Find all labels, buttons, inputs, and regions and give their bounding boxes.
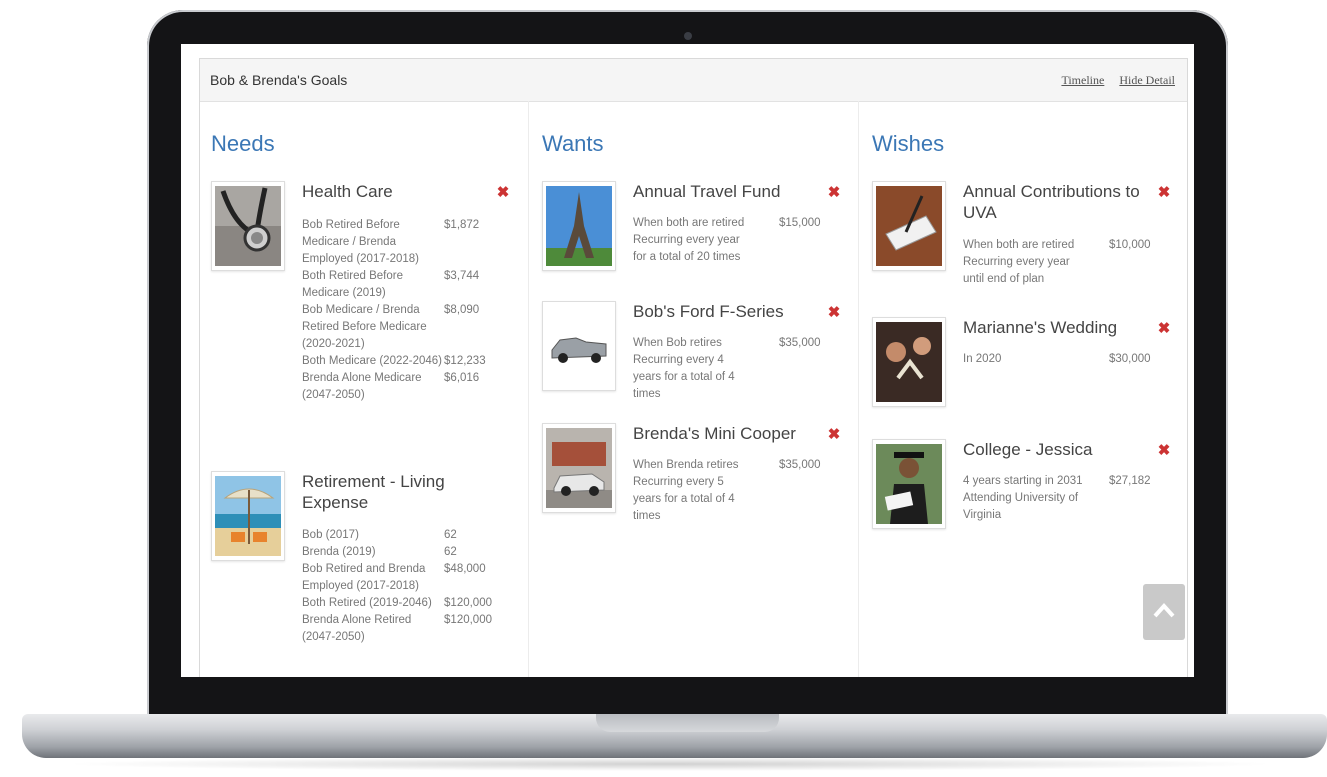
goal-details: Bob (2017) 62 Brenda (2019) 62 Bob Retired…: [302, 527, 502, 646]
camera: [684, 32, 692, 40]
mini-cooper-image: [542, 423, 616, 513]
detail-row: Brenda (2019) 62: [302, 546, 457, 558]
stethoscope-image: [211, 181, 285, 271]
detail-row: Bob Medicare / Brenda Retired Before Med…: [302, 304, 480, 350]
close-x-icon[interactable]: ✖: [1156, 441, 1172, 459]
goal-mini-cooper[interactable]: Brenda's Mini Cooper ✖ When Brenda retir…: [542, 423, 842, 523]
graduate-image: [872, 439, 946, 529]
detail-row: Bob Retired and Brenda Employed (2017-20…: [302, 563, 486, 592]
detail-row: Bob Retired Before Medicare / Brenda Emp…: [302, 219, 480, 265]
goal-amount: $15,000: [779, 217, 821, 229]
goal-name: Annual Contributions to UVA: [963, 182, 1140, 222]
goals-panel: Bob & Brenda's Goals Timeline Hide Detai…: [199, 58, 1188, 677]
wants-title: Wants: [542, 131, 604, 156]
screen: Bob & Brenda's Goals Timeline Hide Detai…: [181, 44, 1194, 677]
detail-row: Brenda Alone Retired (2047-2050) $120,000: [302, 614, 492, 643]
goal-description: In 2020: [963, 353, 1002, 365]
detail-row: Both Retired Before Medicare (2019) $3,74…: [302, 270, 480, 299]
goal-ford-f-series[interactable]: Bob's Ford F-Series ✖ When Bob retires R…: [542, 301, 842, 401]
goal-uva-contributions[interactable]: Annual Contributions to UVA ✖ When both …: [872, 181, 1172, 301]
pickup-truck-image: [542, 301, 616, 391]
goal-name: Brenda's Mini Cooper: [633, 424, 796, 443]
goal-amount: $30,000: [1109, 353, 1151, 365]
goal-amount: $35,000: [779, 459, 821, 471]
eiffel-tower-image: [542, 181, 616, 271]
timeline-link[interactable]: Timeline: [1061, 73, 1104, 87]
goal-amount: $27,182: [1109, 475, 1151, 487]
beach-umbrella-image: [211, 471, 285, 561]
goal-description: 4 years starting in 2031 Attending Unive…: [963, 475, 1083, 521]
detail-row: Bob (2017) 62: [302, 529, 457, 541]
goal-amount: $35,000: [779, 337, 821, 349]
wants-column: Wants Annual Travel Fund ✖ When both are…: [528, 101, 859, 677]
goal-description: When both are retired Recurring every ye…: [633, 217, 745, 263]
detail-row: Both Retired (2019-2046) $120,000: [302, 597, 492, 609]
header-links: Timeline Hide Detail: [1049, 73, 1175, 88]
page-title: Bob & Brenda's Goals: [210, 72, 348, 88]
close-x-icon[interactable]: ✖: [826, 183, 842, 201]
laptop-notch: [596, 714, 779, 732]
goal-college-jessica[interactable]: College - Jessica ✖ 4 years starting in …: [872, 439, 1172, 539]
goal-health-care[interactable]: Health Care ✖ Bob Retired Before Medicar…: [211, 181, 511, 451]
goal-details: Bob Retired Before Medicare / Brenda Emp…: [302, 217, 502, 404]
goal-name: Health Care: [302, 182, 393, 201]
close-x-icon[interactable]: ✖: [495, 183, 511, 201]
needs-title: Needs: [211, 131, 275, 156]
detail-row: Brenda Alone Medicare (2047-2050) $6,016: [302, 372, 480, 401]
goal-description: When both are retired Recurring every ye…: [963, 239, 1075, 285]
wishes-column: Wishes Annual Contributions to UVA ✖ Whe…: [858, 101, 1188, 677]
detail-row: Both Medicare (2022-2046) $12,233: [302, 355, 486, 367]
goal-name: Annual Travel Fund: [633, 182, 781, 201]
needs-column: Needs Health Care ✖ Bob Retired Before M…: [200, 101, 528, 677]
close-x-icon[interactable]: ✖: [1156, 319, 1172, 337]
goal-name: Marianne's Wedding: [963, 318, 1118, 337]
wedding-toast-image: [872, 317, 946, 407]
goal-description: When Bob retires Recurring every 4 years…: [633, 337, 735, 400]
close-x-icon[interactable]: ✖: [826, 303, 842, 321]
goal-name: Bob's Ford F-Series: [633, 302, 784, 321]
goal-retirement[interactable]: Retirement - Living Expense Bob (2017) 62…: [211, 471, 511, 677]
goal-travel-fund[interactable]: Annual Travel Fund ✖ When both are retir…: [542, 181, 842, 281]
hide-detail-link[interactable]: Hide Detail: [1119, 73, 1175, 87]
close-x-icon[interactable]: ✖: [826, 425, 842, 443]
shadow: [60, 757, 1280, 771]
goal-name: College - Jessica: [963, 440, 1093, 459]
goal-amount: $10,000: [1109, 239, 1151, 251]
scroll-top-button[interactable]: [1143, 584, 1185, 640]
wishes-title: Wishes: [872, 131, 945, 156]
goal-marianne-wedding[interactable]: Marianne's Wedding ✖ In 2020 $30,000: [872, 317, 1172, 417]
chevron-up-icon: [1153, 603, 1175, 618]
panel-header: Bob & Brenda's Goals Timeline Hide Detai…: [200, 59, 1187, 102]
close-x-icon[interactable]: ✖: [1156, 183, 1172, 201]
goal-name: Retirement - Living Expense: [302, 472, 445, 512]
goal-description: When Brenda retires Recurring every 5 ye…: [633, 459, 739, 522]
check-writing-image: [872, 181, 946, 271]
